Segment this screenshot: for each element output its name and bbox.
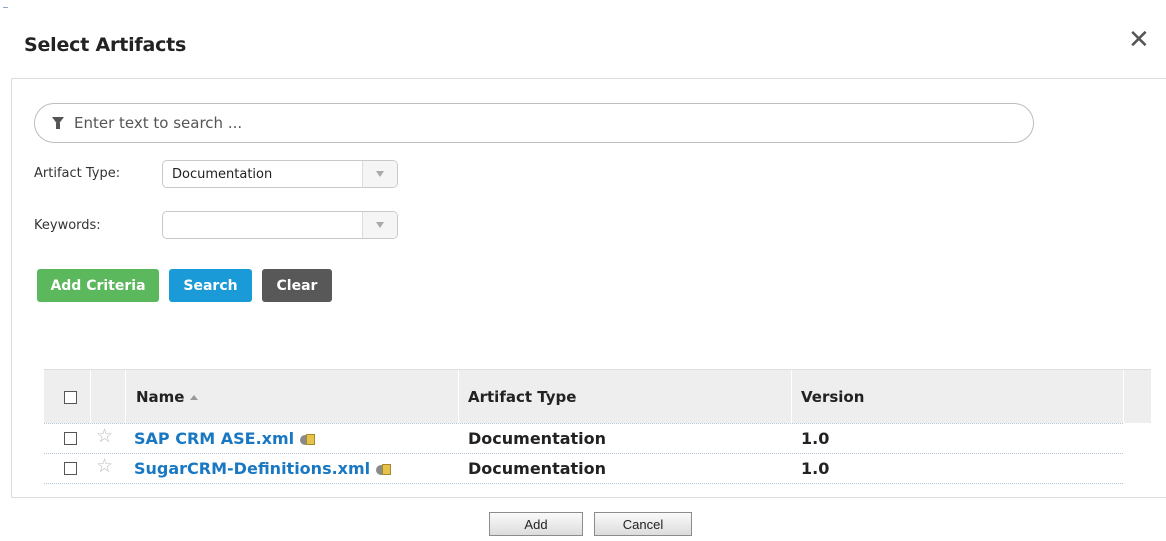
artifact-name-link[interactable]: SugarCRM-Definitions.xml: [134, 459, 392, 478]
close-icon[interactable]: ✕: [1128, 26, 1150, 52]
artifact-type-select[interactable]: Documentation: [162, 160, 398, 188]
search-button[interactable]: Search: [169, 269, 252, 302]
version-cell: 1.0: [801, 459, 830, 478]
add-button[interactable]: Add: [489, 512, 583, 536]
row-checkbox[interactable]: [64, 462, 77, 475]
chevron-down-icon[interactable]: [362, 161, 397, 187]
artifacts-table: Name Artifact Type Version ☆ SAP CRM ASE…: [44, 369, 1151, 484]
column-header-name[interactable]: Name: [136, 388, 199, 406]
table-row[interactable]: ☆ SugarCRM-Definitions.xml Documentation…: [44, 454, 1123, 484]
artifact-type-cell: Documentation: [468, 459, 607, 478]
search-input[interactable]: [72, 113, 976, 133]
search-bar[interactable]: [34, 103, 1034, 143]
sort-ascending-icon: [190, 395, 199, 400]
clear-button[interactable]: Clear: [262, 269, 332, 302]
column-header-version[interactable]: Version: [801, 388, 864, 406]
keywords-label: Keywords:: [34, 218, 101, 233]
artifact-name-link[interactable]: SAP CRM ASE.xml: [134, 429, 316, 448]
row-checkbox[interactable]: [64, 432, 77, 445]
table-row[interactable]: ☆ SAP CRM ASE.xml Documentation 1.0: [44, 423, 1123, 454]
star-icon[interactable]: ☆: [96, 457, 113, 476]
keywords-select[interactable]: [162, 211, 398, 239]
dialog-title: Select Artifacts: [24, 34, 187, 56]
document-icon: [376, 463, 392, 476]
chevron-down-icon[interactable]: [362, 212, 397, 238]
artifact-type-value: Documentation: [172, 166, 273, 182]
version-cell: 1.0: [801, 429, 830, 448]
filter-icon: [52, 117, 64, 129]
select-all-checkbox[interactable]: [64, 391, 77, 404]
cancel-button[interactable]: Cancel: [594, 512, 692, 536]
artifact-type-label: Artifact Type:: [34, 166, 121, 181]
star-icon[interactable]: ☆: [96, 427, 113, 446]
artifact-type-cell: Documentation: [468, 429, 607, 448]
table-header: Name Artifact Type Version: [44, 369, 1151, 423]
corner-mark: [3, 7, 8, 11]
add-criteria-button[interactable]: Add Criteria: [37, 269, 159, 302]
document-icon: [300, 433, 316, 446]
column-header-artifact-type[interactable]: Artifact Type: [468, 388, 576, 406]
